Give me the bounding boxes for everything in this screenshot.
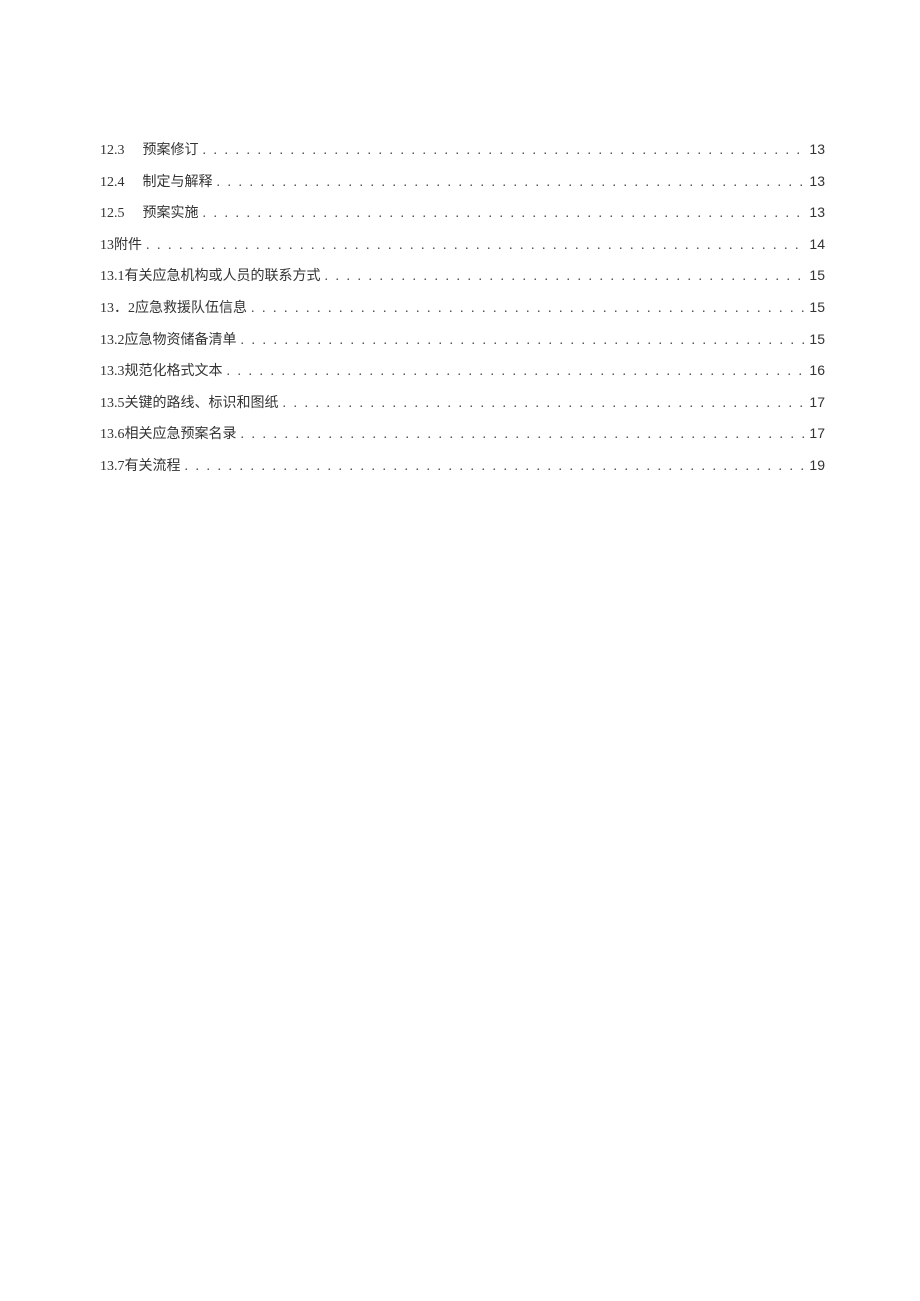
toc-leader-dots: [237, 425, 808, 445]
toc-entry-number: 12.5: [100, 204, 143, 224]
toc-entry-title: 相关应急预案名录: [125, 425, 237, 445]
toc-entry-title: 应急物资储备清单: [125, 331, 237, 351]
toc-entry: 13．2 应急救援队伍信息 15: [100, 298, 825, 319]
toc-entry: 13.1 有关应急机构或人员的联系方式 15: [100, 266, 825, 287]
toc-entry-page: 13: [807, 140, 825, 160]
toc-leader-dots: [181, 457, 808, 477]
toc-entry-title: 预案实施: [143, 204, 199, 224]
toc-entry-title: 应急救援队伍信息: [135, 299, 247, 319]
toc-leader-dots: [199, 141, 808, 161]
toc-entry-title: 有关应急机构或人员的联系方式: [125, 267, 321, 287]
toc-entry: 13.6 相关应急预案名录 17: [100, 424, 825, 445]
toc-leader-dots: [237, 331, 808, 351]
toc-entry: 13.2 应急物资储备清单 15: [100, 330, 825, 351]
toc-leader-dots: [321, 267, 808, 287]
toc-entry-page: 17: [807, 393, 825, 413]
toc-entry-number: 13.1: [100, 267, 125, 287]
toc-entry-number: 13.2: [100, 331, 125, 351]
toc-entry-page: 13: [807, 172, 825, 192]
toc-entry-number: 13: [100, 236, 114, 256]
toc-entry-page: 13: [807, 203, 825, 223]
toc-entry-page: 14: [807, 235, 825, 255]
toc-entry: 13.3 规范化格式文本 16: [100, 361, 825, 382]
toc-entry: 12.4 制定与解释 13: [100, 172, 825, 193]
toc-entry-page: 15: [807, 266, 825, 286]
toc-entry-page: 16: [807, 361, 825, 381]
toc-entry-page: 15: [807, 298, 825, 318]
toc-entry-number: 13．2: [100, 299, 135, 319]
toc-leader-dots: [142, 236, 807, 256]
toc-leader-dots: [213, 173, 808, 193]
toc-entry-title: 规范化格式文本: [125, 362, 223, 382]
toc-leader-dots: [247, 299, 807, 319]
toc-entry: 13 附件 14: [100, 235, 825, 256]
toc-entry-number: 13.7: [100, 457, 125, 477]
toc-entry-number: 13.5: [100, 394, 125, 414]
toc-entry-title: 关键的路线、标识和图纸: [125, 394, 279, 414]
toc-entry-title: 有关流程: [125, 457, 181, 477]
toc-entry-title: 附件: [114, 236, 142, 256]
toc-entry-number: 12.3: [100, 141, 143, 161]
toc-leader-dots: [199, 204, 808, 224]
toc-entry: 13.5 关键的路线、标识和图纸 17: [100, 393, 825, 414]
toc-entry: 12.3 预案修订 13: [100, 140, 825, 161]
toc-leader-dots: [279, 394, 808, 414]
toc-entry-number: 13.3: [100, 362, 125, 382]
toc-entry-page: 19: [807, 456, 825, 476]
table-of-contents: 12.3 预案修订 13 12.4 制定与解释 13 12.5 预案实施 13 …: [100, 140, 825, 477]
toc-entry: 12.5 预案实施 13: [100, 203, 825, 224]
toc-entry-title: 预案修订: [143, 141, 199, 161]
toc-entry-number: 12.4: [100, 173, 143, 193]
toc-leader-dots: [223, 362, 808, 382]
toc-entry-page: 17: [807, 424, 825, 444]
toc-entry-title: 制定与解释: [143, 173, 213, 193]
toc-entry: 13.7 有关流程 19: [100, 456, 825, 477]
toc-entry-page: 15: [807, 330, 825, 350]
toc-entry-number: 13.6: [100, 425, 125, 445]
